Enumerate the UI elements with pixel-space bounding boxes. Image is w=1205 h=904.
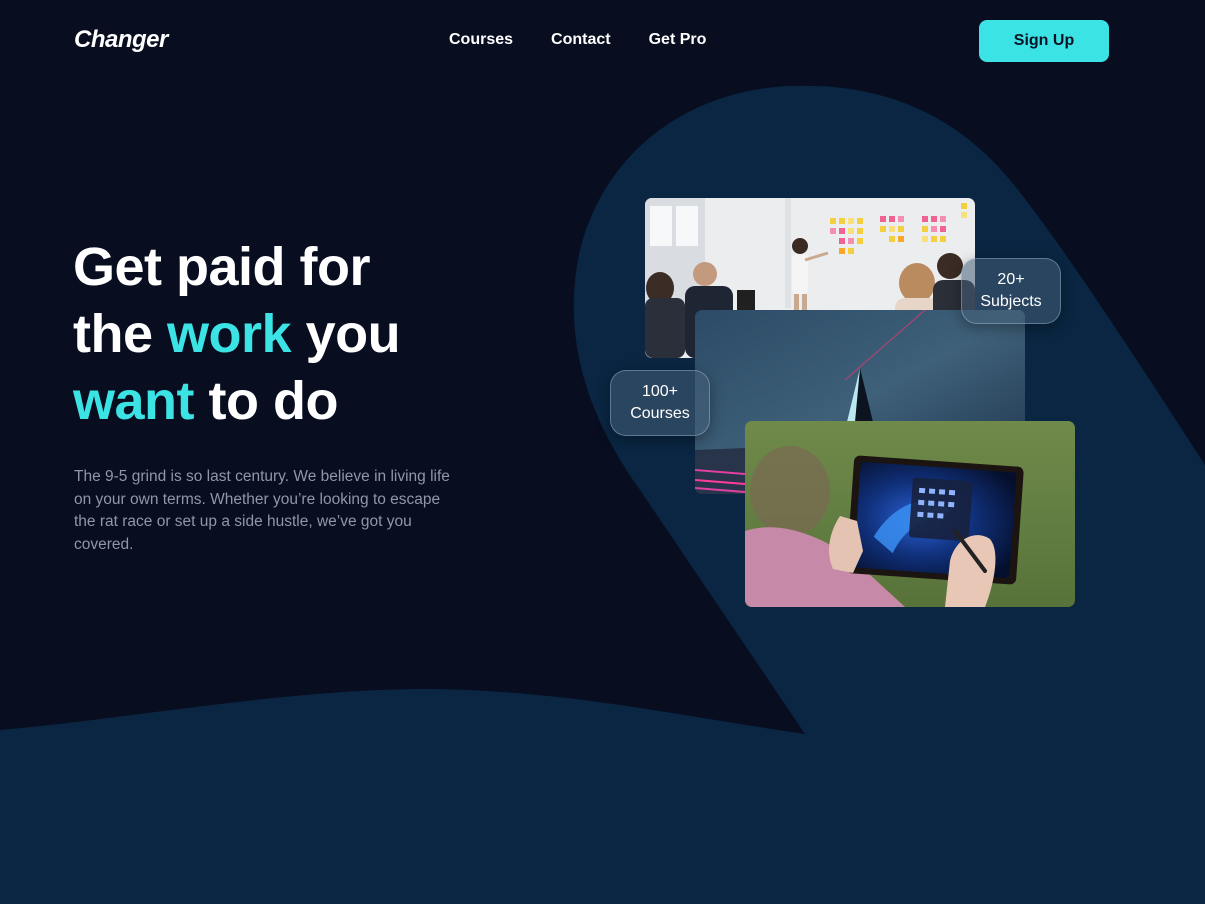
headline-accent-want: want <box>73 371 195 431</box>
nav-item-get-pro[interactable]: Get Pro <box>649 31 707 49</box>
subjects-count-badge: 20+ Subjects <box>961 258 1061 324</box>
tablet-in-hands-image <box>745 421 1075 607</box>
landing-page: Changer Courses Contact Get Pro Sign Up … <box>0 0 1205 904</box>
hero-headline: Get paid for the work you want to do <box>73 234 401 435</box>
headline-line-2-start: the <box>73 304 168 364</box>
sign-up-button[interactable]: Sign Up <box>979 20 1109 62</box>
headline-line-2-end: you <box>291 304 401 364</box>
subjects-count-value: 20+ <box>997 271 1025 288</box>
headline-line-1: Get paid for <box>73 237 371 297</box>
main-nav: Courses Contact Get Pro <box>449 31 706 49</box>
nav-item-contact[interactable]: Contact <box>551 31 611 49</box>
courses-count-label: Courses <box>630 405 690 422</box>
nav-item-courses[interactable]: Courses <box>449 31 513 49</box>
courses-count-value: 100+ <box>641 383 679 400</box>
subjects-count-label: Subjects <box>980 293 1042 310</box>
headline-line-3-end: to do <box>194 371 339 431</box>
brand-logo[interactable]: Changer <box>74 26 168 54</box>
courses-count-badge: 100+ Courses <box>610 370 710 436</box>
headline-accent-work: work <box>167 304 292 364</box>
hero-description: The 9-5 grind is so last century. We bel… <box>74 468 450 553</box>
